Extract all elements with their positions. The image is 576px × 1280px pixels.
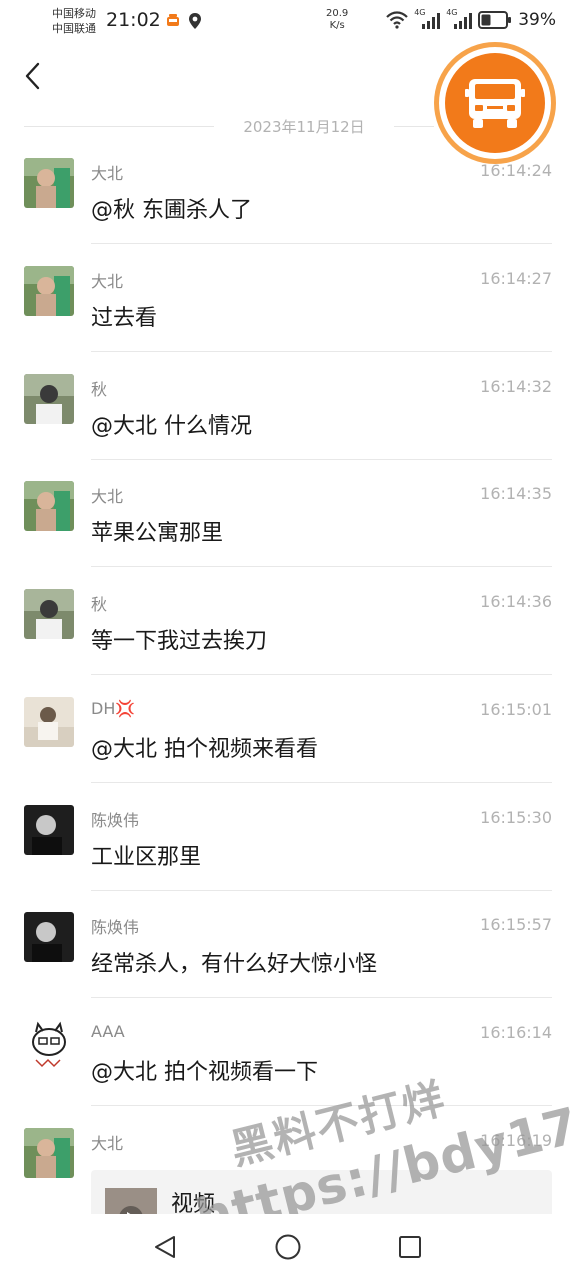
message-time: 16:15:30 xyxy=(480,808,552,827)
carrier-1: 中国移动 xyxy=(52,7,96,20)
message-item[interactable]: 大北 16:16:19 视频 xyxy=(0,1128,576,1240)
circle-home-icon xyxy=(275,1234,301,1260)
message-sender: DH💢 xyxy=(91,699,136,718)
avatar-dh[interactable] xyxy=(24,697,74,747)
message-text: 等一下我过去挨刀 xyxy=(91,629,268,654)
message-item[interactable]: 大北 16:14:24 @秋 东圃杀人了 xyxy=(0,158,576,244)
avatar-qiu[interactable] xyxy=(24,589,74,639)
back-button[interactable] xyxy=(16,60,48,92)
net-speed-value: 20.9 xyxy=(326,8,349,19)
message-text: @大北 什么情况 xyxy=(91,414,252,439)
message-item[interactable]: 陈焕伟 16:15:57 经常杀人，有什么好大惊小怪 xyxy=(0,912,576,998)
avatar-qiu[interactable] xyxy=(24,374,74,424)
net-speed-unit: K/s xyxy=(329,20,345,31)
message-separator xyxy=(91,890,552,891)
message-item[interactable]: AAA 16:16:14 @大北 拍个视频看一下 xyxy=(0,1020,576,1106)
location-icon xyxy=(189,13,201,29)
message-item[interactable]: 陈焕伟 16:15:30 工业区那里 xyxy=(0,805,576,891)
message-sender: 大北 xyxy=(91,1134,124,1153)
message-item[interactable]: 秋 16:14:32 @大北 什么情况 xyxy=(0,374,576,460)
signal-1: 4G xyxy=(414,8,441,29)
floating-app-inner xyxy=(445,53,545,153)
avatar-dabei[interactable] xyxy=(24,158,74,208)
status-bar: 中国移动 中国联通 21:02 20.9 K/s 4G 4G 39% xyxy=(0,0,576,44)
signal-bars-icon xyxy=(422,13,441,29)
avatar-dabei[interactable] xyxy=(24,481,74,531)
carrier-2: 中国联通 xyxy=(52,22,96,35)
message-text: 过去看 xyxy=(91,306,158,331)
message-text: @大北 拍个视频来看看 xyxy=(91,737,318,762)
status-time: 21:02 xyxy=(106,9,161,31)
message-time: 16:15:57 xyxy=(480,915,552,934)
app-notification-icon xyxy=(167,14,179,26)
message-time: 16:14:24 xyxy=(480,161,552,180)
message-time: 16:14:35 xyxy=(480,484,552,503)
message-item[interactable]: 秋 16:14:36 等一下我过去挨刀 xyxy=(0,589,576,675)
message-text: 苹果公寓那里 xyxy=(91,521,224,546)
status-left-icons xyxy=(166,12,202,30)
divider-line-left xyxy=(24,126,214,127)
message-separator xyxy=(91,782,552,783)
message-time: 16:16:19 xyxy=(480,1131,552,1150)
signal-2: 4G xyxy=(446,8,473,29)
date-divider-text: 2023年11月12日 xyxy=(243,118,365,136)
message-sender: 大北 xyxy=(91,272,124,291)
status-right-icons: 4G 4G 39% xyxy=(386,8,556,30)
message-sender: 大北 xyxy=(91,164,124,183)
message-time: 16:16:14 xyxy=(480,1023,552,1042)
nav-home-button[interactable] xyxy=(273,1232,303,1262)
nav-back-button[interactable] xyxy=(150,1232,180,1262)
message-time: 16:14:36 xyxy=(480,592,552,611)
message-text: 经常杀人，有什么好大惊小怪 xyxy=(91,952,378,977)
message-text: @大北 拍个视频看一下 xyxy=(91,1060,318,1085)
battery-percent: 39% xyxy=(518,10,556,30)
message-sender: AAA xyxy=(91,1022,125,1041)
message-sender: 陈焕伟 xyxy=(91,811,140,830)
message-sender: 大北 xyxy=(91,487,124,506)
avatar-dabei[interactable] xyxy=(24,266,74,316)
message-separator xyxy=(91,351,552,352)
nav-recents-button[interactable] xyxy=(395,1232,425,1262)
signal-bars-icon xyxy=(454,13,473,29)
net-speed: 20.9 K/s xyxy=(326,8,348,32)
avatar-dabei[interactable] xyxy=(24,1128,74,1178)
message-separator xyxy=(91,997,552,998)
floating-app-button[interactable] xyxy=(434,42,556,164)
avatar-chen[interactable] xyxy=(24,912,74,962)
avatar-chen[interactable] xyxy=(24,805,74,855)
message-item[interactable]: 大北 16:14:35 苹果公寓那里 xyxy=(0,481,576,567)
message-sender: 秋 xyxy=(91,595,108,614)
message-time: 16:15:01 xyxy=(480,700,552,719)
message-separator xyxy=(91,243,552,244)
system-nav-bar xyxy=(0,1214,576,1280)
square-recents-icon xyxy=(399,1236,421,1258)
message-sender: 陈焕伟 xyxy=(91,918,140,937)
message-item[interactable]: 大北 16:14:27 过去看 xyxy=(0,266,576,352)
wifi-icon xyxy=(386,11,408,29)
message-time: 16:14:32 xyxy=(480,377,552,396)
message-sender: 秋 xyxy=(91,380,108,399)
message-item[interactable]: DH💢 16:15:01 @大北 拍个视频来看看 xyxy=(0,697,576,783)
message-time: 16:14:27 xyxy=(480,269,552,288)
message-separator xyxy=(91,1105,552,1106)
message-separator xyxy=(91,674,552,675)
carrier-labels: 中国移动 中国联通 xyxy=(52,6,96,36)
chevron-left-icon xyxy=(25,62,40,90)
date-divider: 2023年11月12日 xyxy=(24,116,552,138)
message-text: 工业区那里 xyxy=(91,845,202,870)
triangle-back-icon xyxy=(155,1236,175,1258)
avatar-aaa[interactable] xyxy=(24,1020,74,1070)
battery-icon xyxy=(478,11,512,29)
message-separator xyxy=(91,566,552,567)
divider-line-right xyxy=(394,126,434,127)
message-separator xyxy=(91,459,552,460)
message-text: @秋 东圃杀人了 xyxy=(91,198,252,223)
